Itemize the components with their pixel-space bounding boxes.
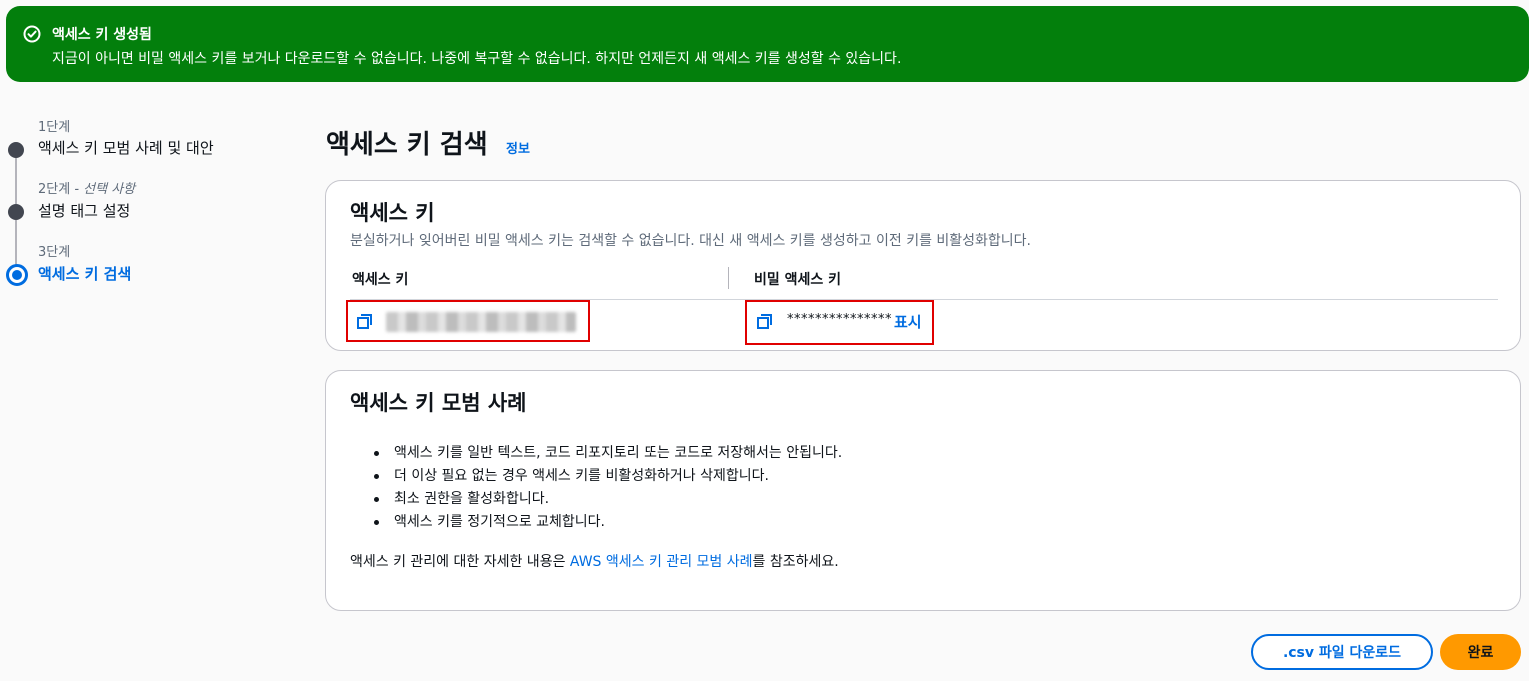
- step-marker: [8, 204, 24, 220]
- step-optional-label: - 선택 사항: [74, 182, 136, 197]
- list-item-text: 액세스 키를 일반 텍스트, 코드 리포지토리 또는 코드로 저장해서는 안됩니…: [394, 445, 843, 461]
- step-number: 3단계: [38, 245, 71, 260]
- panel-description: 분실하거나 잊어버린 비밀 액세스 키는 검색할 수 없습니다. 대신 새 액세…: [350, 233, 1032, 249]
- step-number: 1단계: [38, 120, 71, 135]
- step-marker-current: [6, 264, 28, 286]
- best-practices-doc-link[interactable]: AWS 액세스 키 관리 모범 사례: [570, 554, 753, 570]
- panel-title: 액세스 키: [350, 201, 435, 225]
- check-circle-icon: [23, 25, 41, 43]
- step-name: 설명 태그 설정: [38, 202, 131, 220]
- step-number-label: 2단계: [38, 182, 71, 197]
- copy-icon[interactable]: [355, 312, 375, 332]
- step-marker: [8, 142, 24, 158]
- best-practices-list: 액세스 키를 일반 텍스트, 코드 리포지토리 또는 코드로 저장해서는 안됩니…: [348, 443, 842, 535]
- best-practices-footnote: 액세스 키 관리에 대한 자세한 내용은 AWS 액세스 키 관리 모범 사례를…: [350, 551, 839, 571]
- access-key-column-header: 액세스 키: [352, 272, 409, 288]
- column-divider: [728, 267, 729, 289]
- secret-key-masked: ***************: [787, 312, 892, 327]
- info-link[interactable]: 정보: [506, 138, 530, 157]
- list-item: 액세스 키를 정기적으로 교체합니다.: [348, 512, 842, 535]
- page-title: 액세스 키 검색: [326, 130, 488, 160]
- footnote-text-end: 를 참조하세요.: [752, 554, 839, 570]
- show-secret-link[interactable]: 표시: [894, 311, 922, 332]
- step-connector: [15, 220, 17, 266]
- flash-message: 지금이 아니면 비밀 액세스 키를 보거나 다운로드할 수 없습니다. 나중에 …: [52, 51, 902, 67]
- list-item: 액세스 키를 일반 텍스트, 코드 리포지토리 또는 코드로 저장해서는 안됩니…: [348, 443, 842, 466]
- step-connector: [15, 156, 17, 204]
- step-number: 2단계 - 선택 사항: [38, 178, 135, 197]
- step-name: 액세스 키 모범 사례 및 대안: [38, 139, 214, 157]
- download-csv-button[interactable]: .csv 파일 다운로드: [1251, 634, 1433, 670]
- copy-icon[interactable]: [755, 312, 775, 332]
- step-name: 액세스 키 검색: [38, 265, 132, 283]
- list-item-text: 더 이상 필요 없는 경우 액세스 키를 비활성화하거나 삭제합니다.: [394, 468, 769, 484]
- panel-title: 액세스 키 모범 사례: [350, 391, 527, 415]
- flash-title: 액세스 키 생성됨: [52, 27, 152, 43]
- success-flashbar: 액세스 키 생성됨 지금이 아니면 비밀 액세스 키를 보거나 다운로드할 수 …: [6, 6, 1529, 82]
- access-key-value-redacted: [386, 312, 576, 332]
- secret-key-column-header: 비밀 액세스 키: [754, 272, 842, 288]
- footnote-text: 액세스 키 관리에 대한 자세한 내용은: [350, 554, 570, 570]
- list-item-text: 액세스 키를 정기적으로 교체합니다.: [394, 514, 605, 530]
- list-item-text: 최소 권한을 활성화합니다.: [394, 491, 550, 507]
- list-item: 더 이상 필요 없는 경우 액세스 키를 비활성화하거나 삭제합니다.: [348, 466, 842, 489]
- done-button[interactable]: 완료: [1440, 634, 1521, 670]
- list-item: 최소 권한을 활성화합니다.: [348, 489, 842, 512]
